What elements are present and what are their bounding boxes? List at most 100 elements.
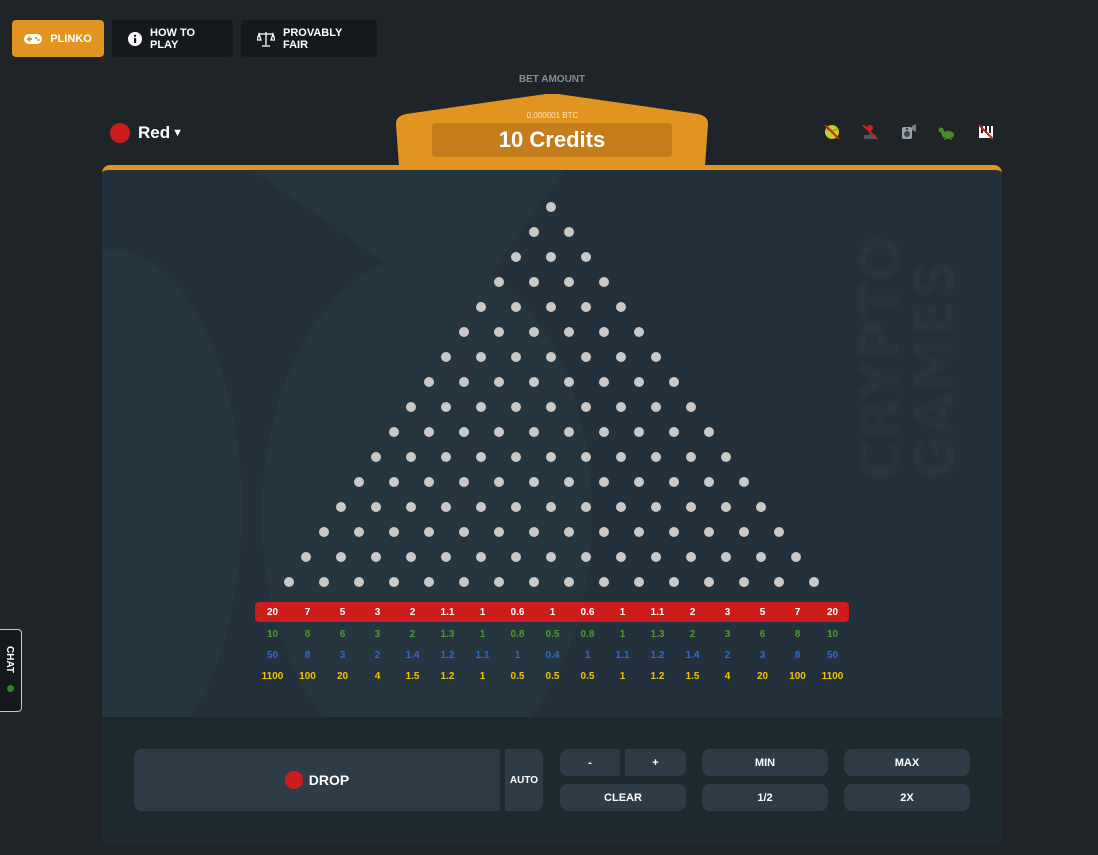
peg — [581, 452, 591, 462]
multiplier-cell: 1 — [619, 628, 626, 640]
multiplier-row-blue: 50 8 3 2 1.4 1.2 1.1 1 0.4 1 1.1 1.2 1.4 2 3 8 50 — [255, 645, 849, 665]
multiplier-cell: 0.6 — [510, 606, 525, 618]
background-shape — [102, 250, 242, 717]
peg — [423, 477, 434, 487]
increase-bet-button[interactable]: + — [625, 749, 686, 776]
peg — [686, 552, 696, 562]
half-bet-button[interactable]: 1/2 — [702, 784, 828, 811]
peg — [353, 527, 364, 537]
peg — [511, 302, 521, 312]
multiplier-cell: 20 — [756, 670, 769, 682]
peg — [668, 377, 679, 387]
peg — [738, 527, 749, 537]
peg — [808, 577, 819, 587]
multiplier-cell: 50 — [266, 649, 279, 661]
chat-tab[interactable]: CHAT — [0, 629, 22, 712]
nav-plinko-button[interactable]: PLINKO — [12, 20, 104, 57]
peg — [318, 527, 329, 537]
nav-provably-fair-button[interactable]: PROVABLY FAIR — [241, 20, 377, 57]
peg — [616, 302, 626, 312]
multiplier-cell: 1 — [514, 649, 521, 661]
speaker-toggle-icon[interactable] — [898, 122, 918, 142]
ball-sound-toggle-icon[interactable] — [822, 122, 842, 142]
peg — [563, 427, 574, 437]
decrease-bet-button[interactable]: - — [560, 749, 620, 776]
peg — [423, 377, 434, 387]
bet-amount-label: BET AMOUNT — [518, 74, 586, 85]
multiplier-cell: 0.5 — [510, 670, 525, 682]
peg — [598, 377, 609, 387]
turtle-speed-icon[interactable] — [937, 122, 957, 142]
peg — [563, 327, 574, 337]
peg — [616, 352, 626, 362]
auto-button[interactable]: AUTO — [505, 749, 543, 811]
multiplier-cell: 1.1 — [650, 606, 665, 618]
multiplier-cell: 8 — [304, 649, 311, 661]
nav-how-to-play-label: HOW TO PLAY — [150, 26, 196, 51]
peg — [546, 352, 556, 362]
peg — [493, 477, 504, 487]
peg — [633, 377, 644, 387]
multiplier-cell: 7 — [794, 606, 801, 618]
double-bet-button[interactable]: 2X — [844, 784, 970, 811]
multiplier-cell: 8 — [304, 628, 311, 640]
peg — [651, 402, 661, 412]
multiplier-cell: 1.2 — [650, 649, 665, 661]
multiplier-cell: 50 — [826, 649, 839, 661]
multiplier-cell: 1 — [479, 628, 486, 640]
nav-how-to-play-button[interactable]: HOW TO PLAY — [112, 20, 233, 57]
clear-bet-button[interactable]: CLEAR — [560, 784, 686, 811]
multiplier-cell: 2 — [374, 649, 381, 661]
peg — [738, 477, 749, 487]
peg — [791, 552, 801, 562]
drop-button[interactable]: DROP — [134, 749, 500, 811]
peg — [773, 577, 784, 587]
nav-provably-fair-label: PROVABLY FAIR — [283, 26, 343, 51]
joystick-toggle-icon[interactable] — [860, 122, 880, 142]
peg — [546, 452, 556, 462]
peg — [301, 552, 311, 562]
peg — [616, 402, 626, 412]
peg — [511, 552, 521, 562]
peg — [703, 577, 714, 587]
peg — [388, 577, 399, 587]
peg — [598, 277, 609, 287]
min-bet-button[interactable]: MIN — [702, 749, 828, 776]
multiplier-cell: 1.1 — [475, 649, 490, 661]
multiplier-cell: 0.5 — [580, 670, 595, 682]
peg — [651, 552, 661, 562]
peg — [336, 552, 346, 562]
peg — [371, 502, 381, 512]
peg — [283, 577, 294, 587]
peg — [668, 577, 679, 587]
peg — [563, 377, 574, 387]
multiplier-row-red: 20 7 5 3 2 1.1 1 0.6 1 0.6 1 1.1 2 3 5 7 20 — [255, 602, 849, 622]
multiplier-cell: 1.2 — [650, 670, 665, 682]
risk-color-dot — [284, 771, 303, 789]
multiplier-cell: 7 — [304, 606, 311, 618]
multiplier-cell: 1.4 — [685, 649, 700, 661]
multiplier-cell: 20 — [826, 606, 839, 618]
multiplier-cell: 1.1 — [615, 649, 630, 661]
peg — [563, 227, 574, 237]
peg — [528, 477, 539, 487]
peg — [458, 427, 469, 437]
peg — [563, 527, 574, 537]
gamepad-icon — [24, 33, 43, 45]
peg — [738, 577, 749, 587]
peg — [598, 527, 609, 537]
multiplier-cell: 1.5 — [685, 670, 700, 682]
peg — [756, 552, 766, 562]
piano-music-toggle-icon[interactable] — [976, 122, 996, 142]
peg — [686, 402, 696, 412]
plinko-board: CRYPTO GAMES 20 7 5 3 2 1.1 1 0.6 1 0.6 1 1.1 2 3 5 7 20… — [102, 170, 1002, 717]
multiplier-cell: 3 — [339, 649, 346, 661]
max-bet-button[interactable]: MAX — [844, 749, 970, 776]
peg — [493, 527, 504, 537]
multiplier-cell: 1.2 — [440, 670, 455, 682]
peg — [493, 377, 504, 387]
peg — [511, 252, 521, 262]
peg — [581, 502, 591, 512]
peg — [388, 527, 399, 537]
multiplier-cell: 0.6 — [580, 606, 595, 618]
